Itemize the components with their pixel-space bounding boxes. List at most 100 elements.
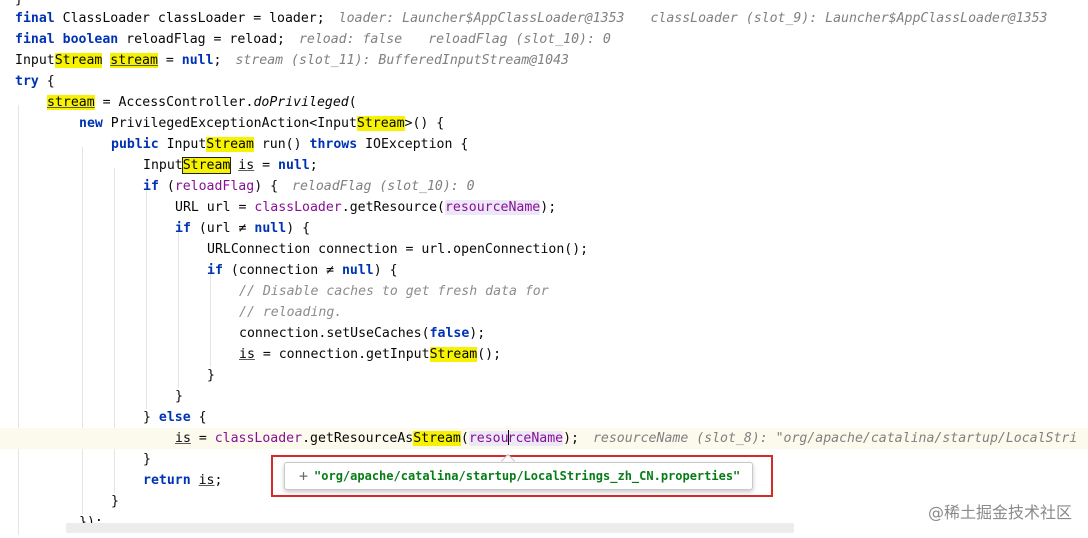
keyword-token: public — [111, 137, 159, 152]
parameter-token[interactable]: resourceName — [468, 430, 564, 446]
code-line[interactable]: // reloading. — [0, 302, 1088, 323]
code-line[interactable]: if (url ≠ null) { — [0, 218, 1088, 239]
code-text: } — [15, 0, 23, 7]
search-match: stream — [110, 53, 158, 68]
debug-inlay-hint: reloadFlag (slot_10): 0 — [428, 32, 611, 47]
search-match: Stream — [206, 137, 254, 152]
keyword-token: else — [158, 410, 191, 425]
code-text: ) { — [373, 263, 398, 278]
code-line[interactable]: connection.setUseCaches(false); — [0, 323, 1088, 344]
code-text: } — [111, 494, 119, 509]
parameter-token-part: rceName — [507, 431, 564, 446]
keyword-token: final — [15, 32, 55, 47]
debug-inlay-hint: stream (slot_11): BufferedInputStream@10… — [235, 53, 569, 68]
code-text: = connection.getInput — [254, 347, 430, 362]
code-text: ) { — [254, 179, 279, 194]
keyword-token: boolean — [62, 32, 119, 47]
parameter-token: resourceName — [444, 200, 541, 215]
code-text: = — [254, 158, 279, 173]
code-text: IOException { — [357, 137, 469, 152]
code-line[interactable]: new PrivilegedExceptionAction<InputStrea… — [0, 113, 1088, 134]
horizontal-scrollbar[interactable] — [66, 523, 794, 533]
debug-inlay-hint: loader: Launcher$AppClassLoader@1353 — [338, 11, 625, 26]
code-text: = AccessController. — [94, 95, 254, 110]
code-text: = — [157, 53, 182, 68]
keyword-token: return — [143, 473, 191, 488]
code-text: ; — [309, 158, 318, 173]
code-line[interactable]: stream = AccessController.doPrivileged( — [0, 92, 1088, 113]
code-line[interactable]: if (connection ≠ null) { — [0, 260, 1088, 281]
code-text: Input — [15, 53, 55, 68]
code-text: } — [143, 452, 151, 467]
keyword-token: false — [429, 326, 470, 341]
code-line[interactable]: public InputStream run() throws IOExcept… — [0, 134, 1088, 155]
code-text: (connection ≠ — [222, 263, 342, 278]
keyword-token: if — [143, 179, 159, 194]
code-text: connection.setUseCaches( — [239, 326, 430, 341]
code-text: run() — [253, 137, 310, 152]
hint-value: "org/apache/catalina/startup/LocalString… — [314, 469, 741, 483]
code-text: ; — [214, 473, 223, 488]
code-line[interactable]: URL url = classLoader.getResource(resour… — [0, 197, 1088, 218]
code-line[interactable]: final boolean reloadFlag = reload; reload… — [0, 29, 1088, 50]
code-text: URLConnection connection = url.openConne… — [207, 242, 589, 257]
code-text: URL url = — [175, 200, 255, 215]
code-line[interactable]: } — [0, 386, 1088, 407]
keyword-token: null — [181, 53, 214, 68]
code-line[interactable]: if (reloadFlag) { reloadFlag (slot_10): 0 — [0, 176, 1088, 197]
local-variable: is — [239, 347, 255, 362]
parameter-token-part: resou — [468, 431, 509, 446]
code-text: ( — [158, 179, 175, 194]
code-text: } — [143, 410, 159, 425]
value-hint-popup[interactable]: + "org/apache/catalina/startup/LocalStri… — [284, 462, 754, 490]
code-line[interactable]: is = connection.getInputStream(); — [0, 344, 1088, 365]
keyword-token: final — [15, 11, 55, 26]
code-text: PrivilegedExceptionAction<Input — [102, 116, 357, 131]
search-match: stream — [47, 95, 95, 110]
code-text: >() { — [404, 116, 445, 131]
captured-variable: classLoader — [214, 431, 303, 446]
captured-variable: classLoader — [254, 200, 342, 215]
code-line[interactable]: InputStream is = null; — [0, 155, 1088, 176]
code-line[interactable]: // Disable caches to get fresh data for — [0, 281, 1088, 302]
code-line[interactable]: } — [0, 365, 1088, 386]
code-text: ); — [563, 431, 579, 446]
local-variable: is — [175, 431, 191, 446]
code-line[interactable]: } else { — [0, 407, 1088, 428]
search-match-current: Stream — [181, 157, 232, 174]
code-text: { — [190, 410, 207, 425]
search-match: Stream — [413, 431, 461, 446]
local-variable: is — [198, 473, 215, 488]
code-text: Input — [143, 158, 183, 173]
code-text: ); — [469, 326, 486, 341]
code-line[interactable]: try { — [0, 71, 1088, 92]
code-comment: // reloading. — [239, 305, 343, 320]
code-line[interactable]: final ClassLoader classLoader = loader; l… — [0, 8, 1088, 29]
code-line[interactable]: InputStream stream = null; stream (slot_1… — [0, 50, 1088, 71]
method-name: doPrivileged — [253, 95, 349, 110]
keyword-token: if — [175, 221, 191, 236]
keyword-token: null — [278, 158, 310, 173]
code-text: ; — [213, 53, 222, 68]
code-line[interactable]: URLConnection connection = url.openConne… — [0, 239, 1088, 260]
debug-inlay-hint: classLoader (slot_9): Launcher$AppClassL… — [650, 11, 1048, 26]
search-match: Stream — [429, 347, 478, 362]
debug-inlay-hint: reloadFlag (slot_10): 0 — [292, 179, 475, 194]
code-text: .getResource( — [341, 200, 445, 215]
keyword-token: new — [79, 116, 103, 131]
code-text: } — [207, 368, 215, 383]
code-text: = — [190, 431, 215, 446]
keyword-token: throws — [309, 137, 358, 152]
code-line-current[interactable]: is = classLoader.getResourceAsStream(res… — [0, 428, 1088, 449]
code-text: ) { — [286, 221, 311, 236]
expand-plus-icon[interactable]: + — [299, 467, 308, 485]
keyword-token: if — [207, 263, 223, 278]
code-text: (); — [477, 347, 502, 362]
code-text: .getResourceAs — [302, 431, 414, 446]
code-text: ); — [540, 200, 557, 215]
watermark: @稀土掘金技术社区 — [927, 503, 1072, 522]
captured-variable: reloadFlag — [174, 179, 255, 194]
code-text: { — [38, 74, 55, 89]
